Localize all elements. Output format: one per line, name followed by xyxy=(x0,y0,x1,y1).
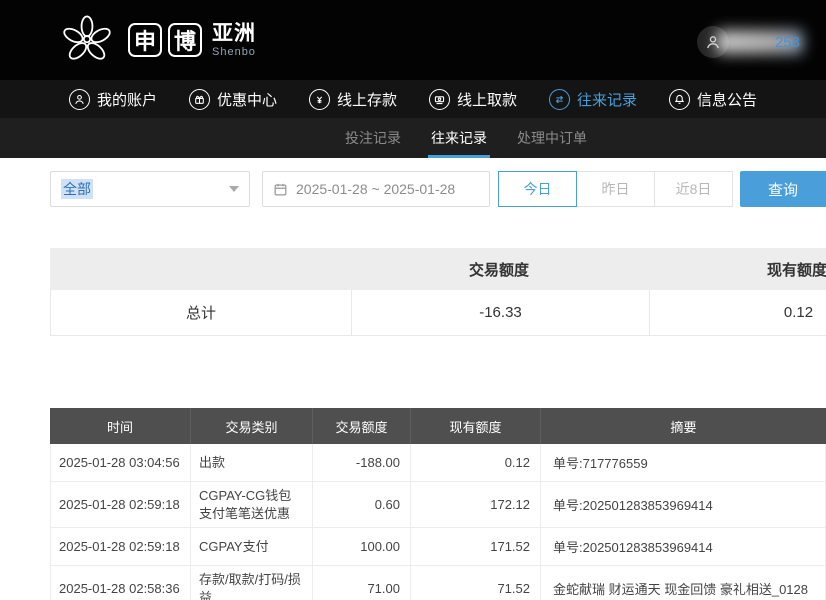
page: 申 博 亚洲 Shenbo 258 xyxy=(0,0,826,600)
brand-char-box: 博 xyxy=(168,23,202,57)
brand-region: 亚洲 xyxy=(212,22,256,46)
summary-total-row: 总计 -16.33 0.12 xyxy=(50,290,826,336)
type-select[interactable]: 全部 xyxy=(50,171,250,207)
col-header-balance: 现有额度 xyxy=(410,408,540,444)
tab-label: 往来记录 xyxy=(431,128,487,148)
withdraw-icon xyxy=(429,89,450,110)
col-header-time: 时间 xyxy=(50,408,190,444)
cell-type: 出款 xyxy=(190,444,312,481)
logo-flower-icon xyxy=(58,11,116,69)
cell-type: CGPAY-CG钱包支付笔笔送优惠 xyxy=(190,482,312,527)
brand-logo[interactable]: 申 博 亚洲 Shenbo xyxy=(58,11,256,69)
query-button[interactable]: 查询 xyxy=(740,171,826,207)
summary-table: 交易额度 现有额度 总计 -16.33 0.12 xyxy=(50,248,826,336)
type-select-value: 全部 xyxy=(61,179,93,199)
table-row: 2025-01-28 03:04:56 出款 -188.00 0.12 单号:7… xyxy=(51,444,825,482)
cell-amount: 100.00 xyxy=(312,528,410,565)
summary-total-balance: 0.12 xyxy=(649,290,826,335)
cell-summary: 单号:202501283853969414 xyxy=(540,482,825,527)
table-row: 2025-01-28 02:59:18 CGPAY-CG钱包支付笔笔送优惠 0.… xyxy=(51,482,825,528)
yesterday-button[interactable]: 昨日 xyxy=(576,171,655,207)
gift-icon xyxy=(189,89,210,110)
records-body: 2025-01-28 03:04:56 出款 -188.00 0.12 单号:7… xyxy=(50,444,826,600)
date-range-picker[interactable]: 2025-01-28 ~ 2025-01-28 xyxy=(262,171,490,207)
nav-item-transaction-records[interactable]: 往来记录 xyxy=(549,89,637,110)
cell-amount: 71.00 xyxy=(312,566,410,600)
cell-time: 2025-01-28 02:59:18 xyxy=(51,528,190,565)
transfer-records-icon xyxy=(549,89,570,110)
today-button[interactable]: 今日 xyxy=(498,171,577,207)
nav-item-label: 我的账户 xyxy=(97,89,157,110)
nav-item-label: 线上存款 xyxy=(337,89,397,110)
nav-item-announcements[interactable]: 信息公告 xyxy=(669,89,757,110)
last-8-days-button[interactable]: 近8日 xyxy=(654,171,733,207)
cell-amount: -188.00 xyxy=(312,444,410,481)
tab-transaction-records[interactable]: 往来记录 xyxy=(431,118,487,158)
nav-item-deposit[interactable]: 线上存款 xyxy=(309,89,397,110)
summary-total-amount: -16.33 xyxy=(351,290,649,335)
topbar: 申 博 亚洲 Shenbo 258 xyxy=(0,0,826,80)
nav-item-label: 信息公告 xyxy=(697,89,757,110)
cell-type: 存款/取款/打码/损益 xyxy=(190,566,312,600)
summary-header-row: 交易额度 现有额度 xyxy=(50,248,826,290)
main-nav: 我的账户 优惠中心 线上存款 线上取款 xyxy=(0,80,826,118)
summary-total-label: 总计 xyxy=(51,290,351,335)
tab-label: 处理中订单 xyxy=(517,128,587,148)
summary-header-empty xyxy=(50,248,350,290)
col-header-summary: 摘要 xyxy=(540,408,826,444)
summary-header-amount: 交易额度 xyxy=(350,248,648,290)
records-table: 时间 交易类别 交易额度 现有额度 摘要 2025-01-28 03:04:56… xyxy=(50,408,826,600)
brand-subtitle: Shenbo xyxy=(212,46,256,59)
cell-balance: 171.52 xyxy=(410,528,540,565)
cell-balance: 0.12 xyxy=(410,444,540,481)
content: 全部 2025-01-28 ~ 2025-01-28 今日 昨日 近8日 查询 … xyxy=(0,158,826,600)
tab-processing-orders[interactable]: 处理中订单 xyxy=(517,118,587,158)
chevron-down-icon xyxy=(229,186,239,192)
active-tab-underline xyxy=(428,155,490,158)
cell-summary: 单号:202501283853969414 xyxy=(540,528,825,565)
nav-item-label: 线上取款 xyxy=(457,89,517,110)
calendar-icon xyxy=(273,182,288,197)
date-range-value: 2025-01-28 ~ 2025-01-28 xyxy=(296,181,455,197)
cell-type: CGPAY支付 xyxy=(190,528,312,565)
cell-time: 2025-01-28 02:58:36 xyxy=(51,566,190,600)
cell-amount: 0.60 xyxy=(312,482,410,527)
table-row: 2025-01-28 02:58:36 存款/取款/打码/损益 71.00 71… xyxy=(51,566,825,600)
sub-nav: 投注记录 往来记录 处理中订单 xyxy=(0,118,826,158)
table-row: 2025-01-28 02:59:18 CGPAY支付 100.00 171.5… xyxy=(51,528,825,566)
cell-balance: 71.52 xyxy=(410,566,540,600)
tab-label: 投注记录 xyxy=(345,128,401,148)
nav-item-my-account[interactable]: 我的账户 xyxy=(69,89,157,110)
bell-icon xyxy=(669,89,690,110)
user-area[interactable]: 258 xyxy=(697,26,800,58)
cell-balance: 172.12 xyxy=(410,482,540,527)
nav-item-label: 往来记录 xyxy=(577,89,637,110)
col-header-type: 交易类别 xyxy=(190,408,312,444)
filter-bar: 全部 2025-01-28 ~ 2025-01-28 今日 昨日 近8日 查询 xyxy=(50,171,826,207)
records-header-row: 时间 交易类别 交易额度 现有额度 摘要 xyxy=(50,408,826,444)
col-header-amount: 交易额度 xyxy=(312,408,410,444)
deposit-icon xyxy=(309,89,330,110)
cell-summary: 单号:717776559 xyxy=(540,444,825,481)
nav-item-withdraw[interactable]: 线上取款 xyxy=(429,89,517,110)
cell-time: 2025-01-28 02:59:18 xyxy=(51,482,190,527)
quick-range-group: 今日 昨日 近8日 xyxy=(498,171,733,207)
cell-summary: 金蛇献瑞 财运通天 现金回馈 豪礼相送_0128 xyxy=(540,566,825,600)
cell-time: 2025-01-28 03:04:56 xyxy=(51,444,190,481)
nav-item-promotions[interactable]: 优惠中心 xyxy=(189,89,277,110)
tab-betting-records[interactable]: 投注记录 xyxy=(345,118,401,158)
summary-header-balance: 现有额度 xyxy=(648,248,826,290)
brand-char-box: 申 xyxy=(128,23,162,57)
nav-item-label: 优惠中心 xyxy=(217,89,277,110)
user-icon xyxy=(69,89,90,110)
username-suffix: 258 xyxy=(775,34,800,51)
